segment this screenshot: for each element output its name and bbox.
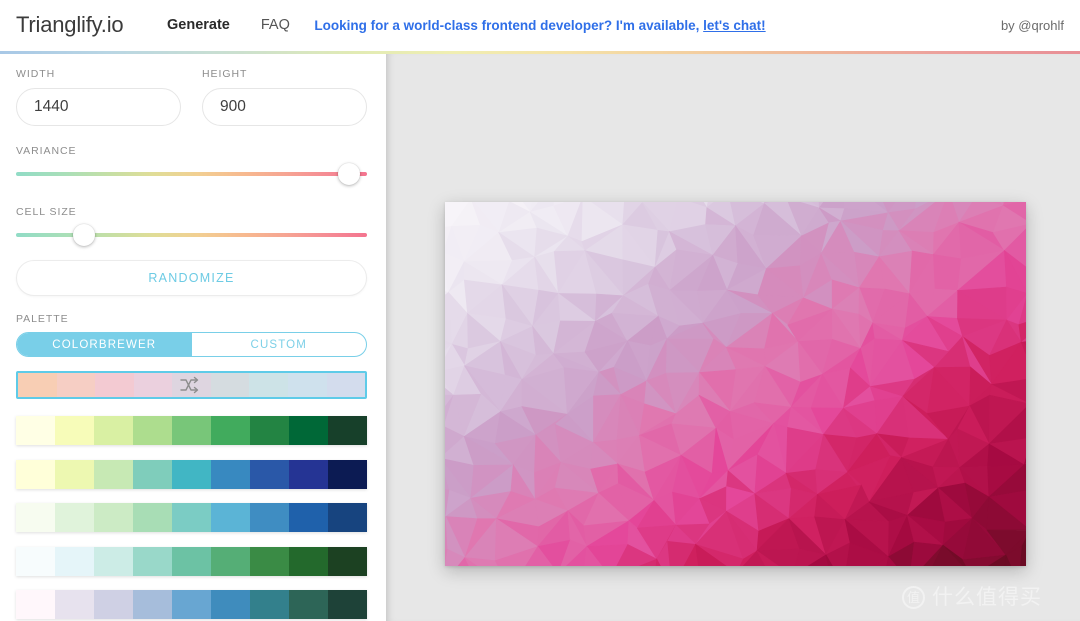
swatch-stop-3: [133, 547, 172, 576]
swatch-stop-5: [211, 547, 250, 576]
banner-text: Looking for a world-class frontend devel…: [314, 18, 700, 33]
palette-swatch-gnbu[interactable]: [16, 503, 367, 532]
trianglify-app: Trianglify.io Generate FAQ Looking for a…: [0, 0, 1080, 621]
palette-source-toggle: COLORBREWER CUSTOM: [16, 332, 367, 357]
swatch-stop-0: [16, 547, 55, 576]
variance-slider[interactable]: [16, 163, 367, 185]
variance-slider-track[interactable]: [16, 172, 367, 176]
variance-label: VARIANCE: [16, 145, 77, 157]
author-credit[interactable]: by @qrohlf: [1001, 18, 1064, 33]
swatch-stop-8: [328, 460, 367, 489]
height-input[interactable]: [202, 88, 367, 126]
swatch-stop-3: [133, 503, 172, 532]
header-gradient-rule: [0, 51, 1080, 54]
variance-slider-handle[interactable]: [338, 163, 361, 185]
palette-swatch-bugn[interactable]: [16, 547, 367, 576]
swatch-stop-2: [94, 590, 133, 619]
swatch-stop-0: [16, 503, 55, 532]
swatch-stop-6: [250, 503, 289, 532]
cell-size-slider-track[interactable]: [16, 233, 367, 237]
swatch-stop-2: [94, 416, 133, 445]
swatch-stop-0: [16, 416, 55, 445]
swatch-stop-7: [289, 460, 328, 489]
palette-tab-custom[interactable]: CUSTOM: [192, 333, 367, 356]
swatch-stop-2: [94, 460, 133, 489]
palette-swatch-ylgnbu[interactable]: [16, 460, 367, 489]
swatch-stop-1: [55, 460, 94, 489]
shuffle-icon: [18, 373, 365, 397]
swatch-stop-7: [289, 547, 328, 576]
swatch-stop-6: [250, 590, 289, 619]
width-input[interactable]: [16, 88, 181, 126]
swatch-stop-1: [55, 503, 94, 532]
hire-me-banner: Looking for a world-class frontend devel…: [0, 18, 1080, 33]
swatch-stop-5: [211, 503, 250, 532]
randomize-button[interactable]: RANDOMIZE: [16, 260, 367, 296]
swatch-stop-6: [250, 416, 289, 445]
controls-sidebar: WIDTH HEIGHT VARIANCE CELL SIZE RANDOMIZ…: [0, 54, 386, 621]
swatch-stop-5: [211, 590, 250, 619]
swatch-stop-2: [94, 547, 133, 576]
swatch-stop-5: [211, 416, 250, 445]
current-palette-shuffle[interactable]: [16, 371, 367, 399]
swatch-stop-8: [328, 590, 367, 619]
swatch-stop-0: [16, 460, 55, 489]
swatch-stop-4: [172, 503, 211, 532]
width-label: WIDTH: [16, 68, 56, 80]
swatch-stop-3: [133, 590, 172, 619]
height-label: HEIGHT: [202, 68, 248, 80]
swatch-stop-1: [55, 547, 94, 576]
swatch-stop-8: [328, 547, 367, 576]
swatch-stop-1: [55, 416, 94, 445]
palette-tab-colorbrewer[interactable]: COLORBREWER: [17, 333, 192, 356]
site-header: Trianglify.io Generate FAQ Looking for a…: [0, 0, 1080, 51]
swatch-stop-4: [172, 460, 211, 489]
swatch-stop-1: [55, 590, 94, 619]
swatch-stop-0: [16, 590, 55, 619]
palette-swatch-ylgn[interactable]: [16, 416, 367, 445]
swatch-stop-6: [250, 460, 289, 489]
trianglify-preview[interactable]: [445, 202, 1026, 566]
swatch-stop-8: [328, 416, 367, 445]
swatch-stop-4: [172, 590, 211, 619]
swatch-stop-5: [211, 460, 250, 489]
palette-swatch-pubugn[interactable]: [16, 590, 367, 619]
swatch-stop-7: [289, 590, 328, 619]
swatch-stop-3: [133, 460, 172, 489]
swatch-stop-4: [172, 547, 211, 576]
cell-size-slider[interactable]: [16, 224, 367, 246]
palette-label: PALETTE: [16, 313, 69, 325]
swatch-stop-8: [328, 503, 367, 532]
swatch-stop-3: [133, 416, 172, 445]
cell-size-label: CELL SIZE: [16, 206, 77, 218]
swatch-stop-7: [289, 416, 328, 445]
banner-link[interactable]: let's chat!: [703, 18, 765, 33]
trianglify-preview-canvas[interactable]: [445, 202, 1026, 566]
swatch-stop-7: [289, 503, 328, 532]
cell-size-slider-handle[interactable]: [73, 224, 96, 246]
swatch-stop-4: [172, 416, 211, 445]
swatch-stop-6: [250, 547, 289, 576]
swatch-stop-2: [94, 503, 133, 532]
